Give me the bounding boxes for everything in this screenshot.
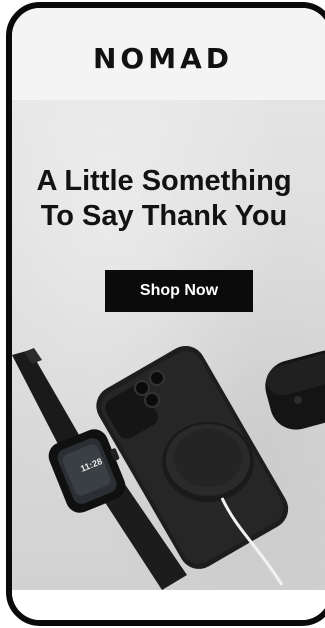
headline-line-1: A Little Something [36,165,292,197]
email-footer [12,590,325,620]
airpods-case-icon [265,350,325,430]
nomad-logo[interactable]: NOMAD [12,42,325,75]
email-header: NOMAD [12,8,325,100]
phone-frame: NOMAD A Little Something To Say Thank Yo… [6,2,325,626]
product-image[interactable]: 11:28 [12,330,325,590]
hero-banner: A Little Something To Say Thank You Shop… [12,100,325,590]
hero-headline: A Little Something To Say Thank You [12,164,325,234]
headline-line-2: To Say Thank You [40,200,288,232]
shop-now-button[interactable]: Shop Now [105,270,253,312]
